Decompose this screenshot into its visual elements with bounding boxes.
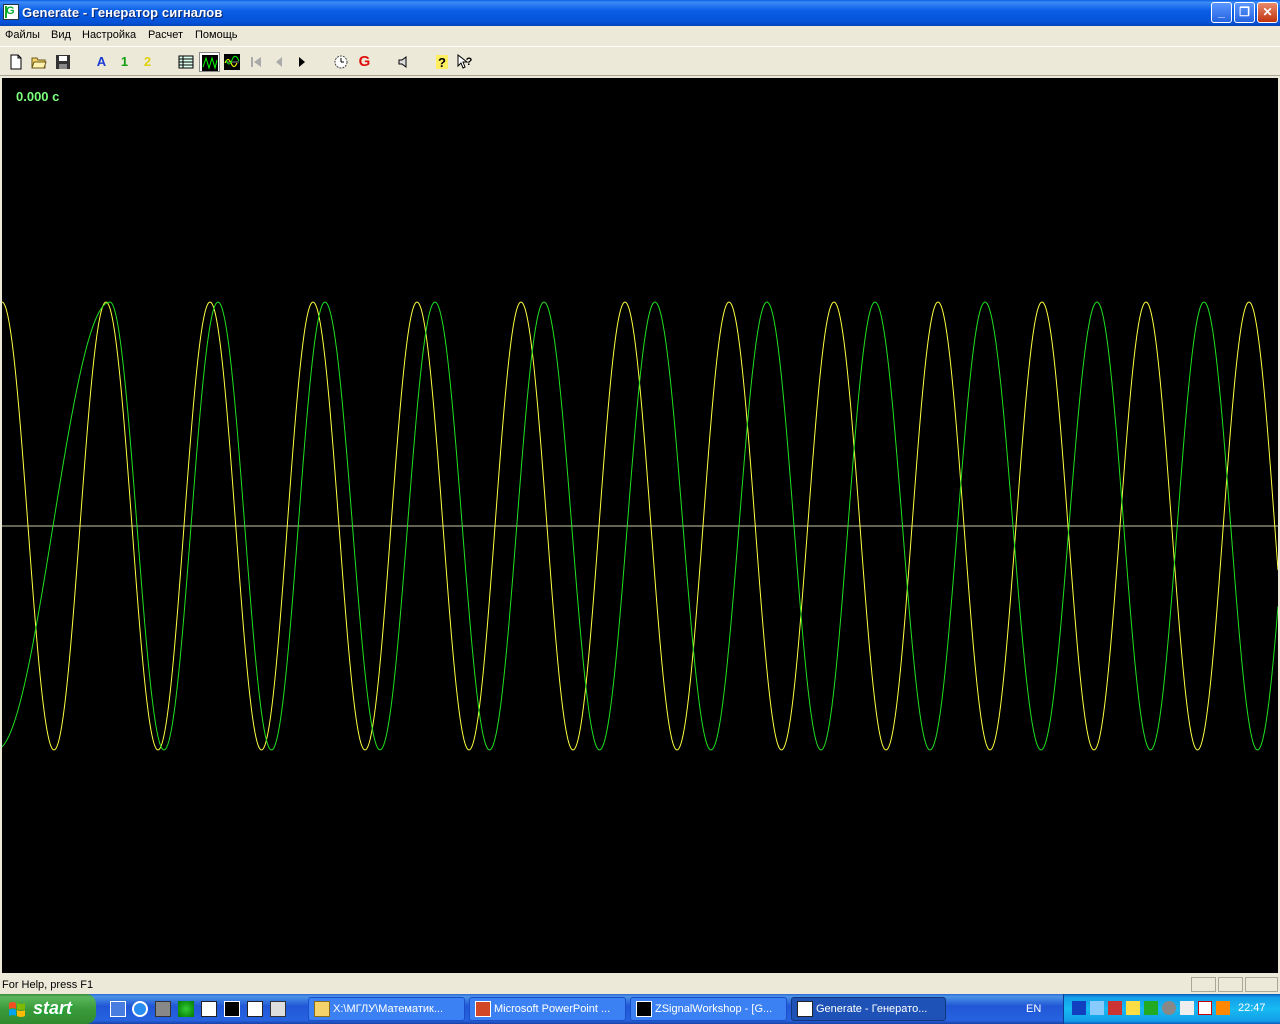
start-button[interactable]: start	[0, 994, 96, 1024]
title-bar[interactable]: G Generate - Генератор сигналов _ ❐ ✕	[0, 0, 1280, 26]
clock: 22:47	[1238, 1002, 1266, 1014]
status-text: For Help, press F1	[2, 979, 94, 991]
task-generate[interactable]: Generate - Генерато...	[791, 997, 946, 1021]
svg-text:?: ?	[438, 55, 446, 70]
language-indicator[interactable]: EN	[1026, 1003, 1041, 1015]
menu-bar: Файлы Вид Настройка Расчет Помощь	[0, 26, 1280, 45]
open-folder-icon[interactable]	[29, 52, 50, 72]
tray-book-icon[interactable]	[1198, 1001, 1212, 1015]
tray-green-icon[interactable]	[1144, 1001, 1158, 1015]
save-icon[interactable]	[53, 52, 74, 72]
tray-headset-icon[interactable]	[1162, 1001, 1176, 1015]
start-label: start	[33, 998, 73, 1018]
generate-icon	[797, 1001, 813, 1017]
status-pane	[1218, 977, 1243, 992]
tray-tool-icon[interactable]	[1216, 1001, 1230, 1015]
taskbar: start X:\МГЛУ\Математик... Microsoft Pow…	[0, 994, 1280, 1024]
zsignal-quicklaunch-icon[interactable]	[224, 1001, 240, 1017]
signal-plot[interactable]: 0.000 с	[2, 78, 1278, 973]
time-readout: 0.000 с	[16, 89, 60, 104]
toolbar: A 1 2 G ? ?	[0, 46, 1280, 76]
tray-antivirus-icon[interactable]	[1108, 1001, 1122, 1015]
generate-quicklaunch-icon[interactable]	[201, 1001, 217, 1017]
generate-button[interactable]: G	[354, 52, 375, 72]
spectrum-view-icon[interactable]	[222, 52, 243, 72]
table-view-icon[interactable]	[176, 52, 197, 72]
channel-1-button[interactable]: 1	[114, 52, 135, 72]
svg-text:?: ?	[466, 56, 473, 68]
task-explorer[interactable]: X:\МГЛУ\Математик...	[308, 997, 465, 1021]
task-label: ZSignalWorkshop - [G...	[655, 1003, 773, 1015]
menu-view[interactable]: Вид	[51, 29, 71, 41]
folder-icon	[314, 1001, 330, 1017]
task-powerpoint[interactable]: Microsoft PowerPoint ...	[469, 997, 626, 1021]
zsignal-icon	[636, 1001, 652, 1017]
tree-icon[interactable]	[178, 1001, 194, 1017]
status-pane	[1191, 977, 1216, 992]
movie-icon[interactable]	[270, 1001, 286, 1017]
task-label: Generate - Генерато...	[816, 1003, 928, 1015]
task-zsignal[interactable]: ZSignalWorkshop - [G...	[630, 997, 787, 1021]
internet-explorer-icon[interactable]	[132, 1001, 148, 1017]
tray-phone-icon[interactable]	[1180, 1001, 1194, 1015]
restore-button[interactable]: ❐	[1234, 2, 1255, 23]
task-label: X:\МГЛУ\Математик...	[333, 1003, 444, 1015]
status-pane	[1245, 977, 1278, 992]
powerpoint-icon	[475, 1001, 491, 1017]
menu-help[interactable]: Помощь	[195, 29, 238, 41]
help-button[interactable]: ?	[432, 52, 453, 72]
minimize-button[interactable]: _	[1211, 2, 1232, 23]
timer-icon[interactable]	[331, 52, 352, 72]
app-icon[interactable]: G	[3, 4, 19, 20]
tray-network-icon[interactable]	[1072, 1001, 1086, 1015]
show-desktop-icon[interactable]	[110, 1001, 126, 1017]
calculator-icon[interactable]	[155, 1001, 171, 1017]
tray-messenger-icon[interactable]	[1126, 1001, 1140, 1015]
speaker-icon[interactable]	[393, 52, 414, 72]
app-quicklaunch-icon[interactable]	[247, 1001, 263, 1017]
menu-settings[interactable]: Настройка	[82, 29, 136, 41]
signal-view-icon[interactable]	[199, 52, 220, 72]
menu-calculation[interactable]: Расчет	[148, 29, 183, 41]
context-help-icon[interactable]: ?	[455, 52, 476, 72]
next-frame-icon[interactable]	[292, 52, 313, 72]
tray-monitor-icon[interactable]	[1090, 1001, 1104, 1015]
first-frame-icon[interactable]	[246, 52, 267, 72]
windows-logo-icon	[9, 1002, 25, 1017]
previous-frame-icon[interactable]	[269, 52, 290, 72]
task-label: Microsoft PowerPoint ...	[494, 1003, 611, 1015]
menu-files[interactable]: Файлы	[5, 29, 40, 41]
system-tray: 22:47	[1063, 994, 1280, 1024]
status-bar: For Help, press F1	[0, 976, 1280, 994]
close-button[interactable]: ✕	[1257, 2, 1278, 23]
channel-2-button[interactable]: 2	[137, 52, 158, 72]
signal-chart	[2, 301, 1278, 751]
window-title: Generate - Генератор сигналов	[22, 5, 223, 20]
channel-a-button[interactable]: A	[91, 52, 112, 72]
new-file-icon[interactable]	[6, 52, 27, 72]
